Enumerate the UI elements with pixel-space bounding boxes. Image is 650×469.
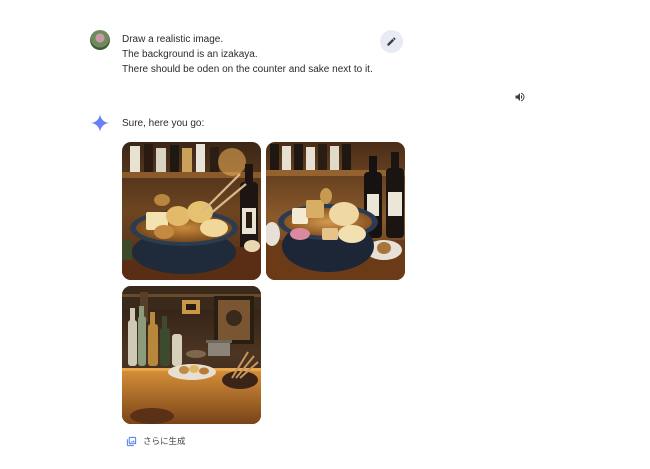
user-message: Draw a realistic image. The background i… — [122, 32, 373, 77]
generate-more-button[interactable]: さらに生成 — [126, 434, 186, 448]
generated-image-3[interactable] — [122, 286, 261, 424]
assistant-avatar — [90, 113, 110, 133]
user-message-line: The background is an izakaya. — [122, 49, 258, 60]
edit-prompt-button[interactable] — [380, 30, 403, 53]
generate-more-label: さらに生成 — [143, 436, 186, 446]
chat-page: Draw a realistic image. The background i… — [0, 0, 650, 469]
speaker-icon — [515, 92, 525, 102]
assistant-reply-text: Sure, here you go: — [122, 118, 205, 129]
generated-image-1[interactable] — [122, 142, 261, 280]
read-aloud-button[interactable] — [513, 90, 527, 104]
user-avatar[interactable] — [90, 30, 110, 50]
pencil-icon — [387, 37, 396, 46]
user-message-line: There should be oden on the counter and … — [122, 64, 373, 75]
image-stack-icon — [126, 436, 137, 446]
sparkle-icon — [90, 113, 110, 133]
generated-image-2[interactable] — [266, 142, 405, 280]
user-message-line: Draw a realistic image. — [122, 34, 224, 45]
